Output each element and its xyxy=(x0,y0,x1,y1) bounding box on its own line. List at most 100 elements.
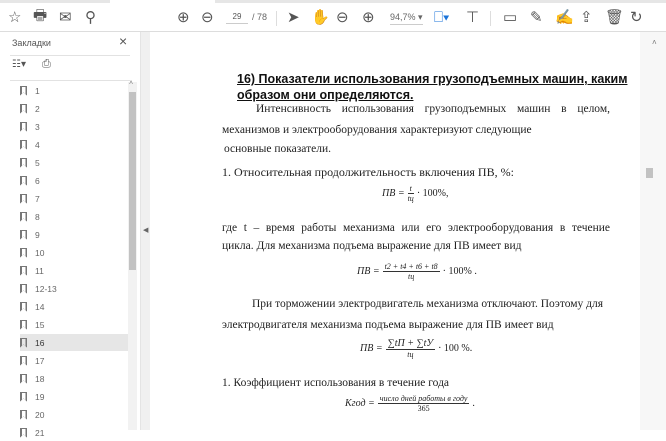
bookmark-label: 1 xyxy=(35,85,40,96)
rotate-icon[interactable]: ↻ xyxy=(630,7,643,27)
toolbar: ☆ 🖶 ✉ ⚲ ⊕ ⊖ / 78 ➤ ✋ ⊖ ⊕ 94,7% ▾ ⎕▾ ⊤ ▭ … xyxy=(0,3,666,32)
bookmark-icon xyxy=(20,355,27,366)
delete-icon[interactable]: 🗑 xyxy=(605,7,624,27)
star-icon[interactable]: ☆ xyxy=(8,7,21,27)
paragraph: где t – время работы механизма или его э… xyxy=(222,222,610,234)
formula-lhs: Kгод = xyxy=(345,398,375,409)
scrollbar-thumb[interactable] xyxy=(129,92,136,270)
list-item: 1. Коэффициент использования в течение г… xyxy=(222,377,450,389)
numerator: ∑tП + ∑tУ xyxy=(385,338,436,350)
bookmark-label: 2 xyxy=(35,103,40,114)
page-number-input[interactable] xyxy=(226,10,248,24)
bookmark-icon xyxy=(20,373,27,384)
bookmark-item[interactable]: 10 xyxy=(20,244,128,261)
numerator: t xyxy=(407,184,414,194)
new-bookmark-icon[interactable]: ⎙ xyxy=(42,58,51,71)
scroll-up-icon[interactable]: ˄ xyxy=(129,80,133,87)
formula: ПВ = t2 + t4 + t6 + t8 tц · 100% . xyxy=(357,262,477,281)
print-icon[interactable]: 🖶 xyxy=(33,7,47,27)
zoom-out-icon[interactable]: ⊖ xyxy=(336,7,349,27)
bookmark-item[interactable]: 4 xyxy=(20,136,128,153)
bookmark-label: 7 xyxy=(35,193,40,204)
bookmark-icon xyxy=(20,103,27,114)
bookmark-label: 20 xyxy=(35,409,45,420)
sidebar-scrollbar[interactable]: ˄ xyxy=(128,80,137,430)
bookmark-item[interactable]: 15 xyxy=(20,316,128,333)
bookmark-item[interactable]: 19 xyxy=(20,388,128,405)
bookmark-item[interactable]: 12-13 xyxy=(20,280,128,297)
heading: 16) Показатели использования грузоподъем… xyxy=(237,72,628,86)
hand-icon[interactable]: ✋ xyxy=(311,7,330,27)
zoom-in-icon[interactable]: ⊕ xyxy=(362,7,375,27)
bookmark-item[interactable]: 3 xyxy=(20,118,128,135)
bookmark-item[interactable]: 17 xyxy=(20,352,128,369)
highlight-icon[interactable]: ✎ xyxy=(530,7,543,27)
bookmark-label: 21 xyxy=(35,427,45,438)
bookmark-item[interactable]: 6 xyxy=(20,172,128,189)
bookmark-icon xyxy=(20,211,27,222)
select-icon[interactable]: ➤ xyxy=(287,7,300,27)
bookmark-label: 11 xyxy=(35,265,44,276)
zoom-value: 94,7% xyxy=(390,12,416,22)
formula-lhs: ПВ = xyxy=(360,343,383,354)
bookmark-item[interactable]: 18 xyxy=(20,370,128,387)
paragraph: основные показатели. xyxy=(224,143,332,155)
bookmark-label: 8 xyxy=(35,211,40,222)
close-icon[interactable]: × xyxy=(119,33,127,49)
bookmark-icon xyxy=(20,337,27,348)
bookmark-item[interactable]: 14 xyxy=(20,298,128,315)
sign-icon[interactable]: ✍ xyxy=(555,7,574,27)
bookmark-label: 19 xyxy=(35,391,45,402)
formula-lhs: ПВ = xyxy=(382,188,405,199)
fit-page-icon[interactable]: ⎕▾ xyxy=(434,7,449,27)
paragraph: При торможении электродвигатель механизм… xyxy=(252,298,604,310)
mail-icon[interactable]: ✉ xyxy=(59,7,72,27)
formula: ПВ = t tц · 100%, xyxy=(382,184,448,203)
bookmark-label: 9 xyxy=(35,229,40,240)
list-item: 1. Относительная продолжительность включ… xyxy=(222,165,514,179)
bookmark-options-icon[interactable]: ☷▾ xyxy=(12,59,26,70)
bookmark-item[interactable]: 1 xyxy=(20,82,128,99)
bookmark-icon xyxy=(20,247,27,258)
page-down-icon[interactable]: ⊖ xyxy=(201,7,214,27)
bookmark-item[interactable]: 9 xyxy=(20,226,128,243)
formula-rhs: · 100%, xyxy=(416,188,449,199)
bookmark-item[interactable]: 2 xyxy=(20,100,128,117)
zoom-select[interactable]: 94,7% ▾ xyxy=(390,12,423,25)
numerator: число дней работы в году xyxy=(377,394,470,404)
formula: Kгод = число дней работы в году 365 . xyxy=(345,394,475,413)
search-icon[interactable]: ⚲ xyxy=(85,7,96,27)
bookmark-item[interactable]: 16 xyxy=(20,334,128,351)
collapse-arrow-icon[interactable]: ◀ xyxy=(143,226,148,234)
comment-icon[interactable]: ▭ xyxy=(503,7,517,27)
bookmark-label: 3 xyxy=(35,121,40,132)
paragraph: Интенсивность использования грузоподъемн… xyxy=(256,103,610,115)
document-scrollbar[interactable]: ˄ xyxy=(640,32,666,430)
denominator: tц xyxy=(407,194,414,203)
scroll-up-icon[interactable]: ˄ xyxy=(652,38,657,47)
formula-lhs: ПВ = xyxy=(357,266,380,277)
bookmark-icon xyxy=(20,121,27,132)
page-up-icon[interactable]: ⊕ xyxy=(177,7,190,27)
bookmark-item[interactable]: 11 xyxy=(20,262,128,279)
bookmark-label: 18 xyxy=(35,373,45,384)
formula-rhs: . xyxy=(472,398,475,409)
bookmark-item[interactable]: 8 xyxy=(20,208,128,225)
denominator: 365 xyxy=(417,404,430,413)
bookmark-label: 5 xyxy=(35,157,40,168)
panel-collapse-strip[interactable]: ◀ xyxy=(140,32,150,430)
bookmarks-panel: Закладки × ☷▾ ⎙ 1 2 3 4 5 6 7 8 9 10 11 12-13 14 15 16… xyxy=(0,32,140,438)
bookmark-item[interactable]: 21 xyxy=(20,424,128,441)
bookmark-item[interactable]: 20 xyxy=(20,406,128,423)
bookmark-item[interactable]: 7 xyxy=(20,190,128,207)
share-icon[interactable]: ⇪ xyxy=(580,7,593,27)
bookmark-icon xyxy=(20,301,27,312)
scroll-mode-icon[interactable]: ⊤ xyxy=(466,7,479,27)
bookmark-item[interactable]: 5 xyxy=(20,154,128,171)
bookmark-label: 10 xyxy=(35,247,45,258)
bookmark-icon xyxy=(20,85,27,96)
document-page: 16) Показатели использования грузоподъем… xyxy=(150,32,640,430)
scrollbar-thumb[interactable] xyxy=(646,168,653,178)
bookmark-icon xyxy=(20,319,27,330)
formula-rhs: · 100% . xyxy=(442,266,477,277)
